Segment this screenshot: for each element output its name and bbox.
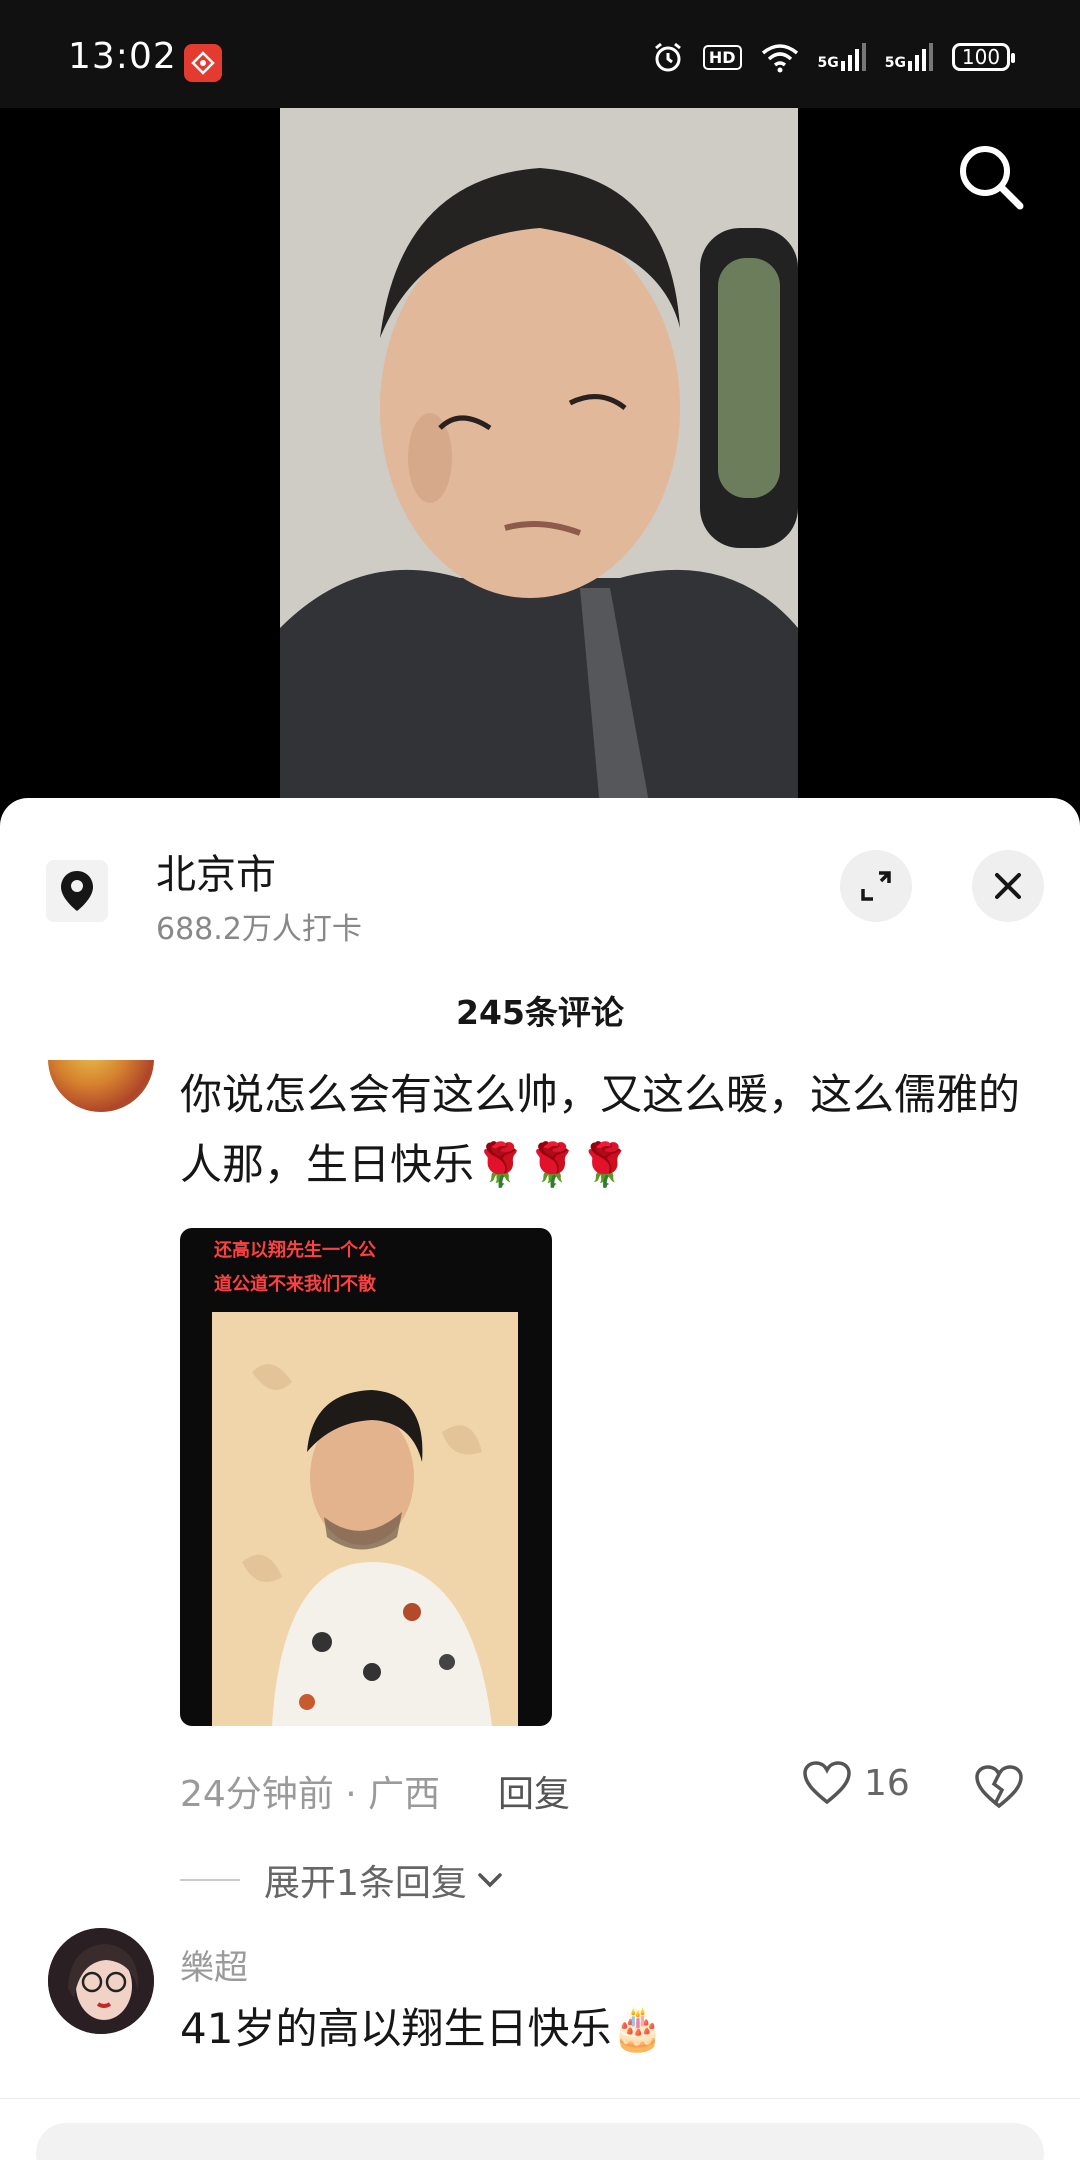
comment-author[interactable]: 樂超 bbox=[180, 1940, 248, 1989]
comment-text: 41岁的高以翔生日快乐🎂 bbox=[180, 2004, 664, 2053]
image-caption: 还高以翔先生一个公 道公道不来我们不散 bbox=[214, 1240, 376, 1295]
status-time: 13:02 bbox=[68, 36, 177, 77]
divider bbox=[180, 1879, 240, 1881]
expand-button[interactable] bbox=[840, 850, 912, 922]
comment-image[interactable]: 还高以翔先生一个公 道公道不来我们不散 bbox=[180, 1228, 552, 1726]
app-notification-icon bbox=[184, 44, 222, 82]
broken-heart-icon bbox=[975, 1765, 1023, 1809]
reply-button[interactable]: 回复 bbox=[498, 1765, 570, 1817]
expand-replies-label: 展开1条回复 bbox=[264, 1863, 467, 1904]
close-icon bbox=[995, 873, 1021, 899]
status-bar: 13:02 HD 5G 5G 100 bbox=[0, 0, 1080, 108]
status-icons: HD 5G 5G 100 bbox=[651, 40, 1015, 74]
location-checkins: 688.2万人打卡 bbox=[156, 912, 362, 947]
expand-icon bbox=[861, 871, 891, 901]
location-title[interactable]: 北京市 bbox=[156, 842, 276, 900]
like-button[interactable]: 16 bbox=[802, 1760, 910, 1806]
wifi-icon bbox=[761, 44, 798, 73]
comment-list[interactable]: 你说怎么会有这么帅，又这么暖，这么儒雅的人那，生日快乐🌹🌹🌹 还高以翔先生一个公… bbox=[0, 1060, 1080, 2060]
video-frame bbox=[280, 108, 798, 808]
video-thumbnail bbox=[280, 108, 798, 808]
chevron-down-icon bbox=[478, 1873, 502, 1888]
comment-sheet: 北京市 688.2万人打卡 245条评论 你说怎么会有这么帅，又这么暖，这么儒雅… bbox=[0, 798, 1080, 2160]
comment-count: 245条评论 bbox=[456, 993, 624, 1032]
image-photo bbox=[212, 1312, 518, 1726]
like-count: 16 bbox=[864, 1762, 910, 1804]
avatar[interactable] bbox=[48, 1928, 154, 2034]
avatar[interactable] bbox=[48, 1060, 154, 1112]
dislike-button[interactable] bbox=[974, 1764, 1024, 1814]
heart-icon bbox=[803, 1761, 851, 1805]
location-pin-icon bbox=[46, 860, 108, 922]
signal-2: 5G bbox=[885, 43, 934, 71]
close-button[interactable] bbox=[972, 850, 1044, 922]
comment-input[interactable] bbox=[36, 2123, 1044, 2160]
comment-meta: 24分钟前 · 广西 bbox=[180, 1774, 441, 1815]
location-header[interactable]: 北京市 688.2万人打卡 bbox=[0, 798, 1080, 948]
hd-badge: HD bbox=[702, 44, 742, 70]
video-player[interactable] bbox=[0, 108, 1080, 808]
battery-indicator: 100 bbox=[952, 43, 1015, 71]
expand-replies-button[interactable]: 展开1条回复 bbox=[180, 1854, 507, 1906]
comment-input-bar bbox=[0, 2098, 1080, 2160]
search-icon bbox=[960, 146, 1024, 210]
comment-text: 你说怎么会有这么帅，又这么暖，这么儒雅的人那，生日快乐🌹🌹🌹 bbox=[180, 1070, 1021, 1189]
search-button[interactable] bbox=[952, 138, 1032, 218]
signal-1: 5G bbox=[818, 43, 867, 71]
alarm-icon bbox=[654, 42, 681, 72]
